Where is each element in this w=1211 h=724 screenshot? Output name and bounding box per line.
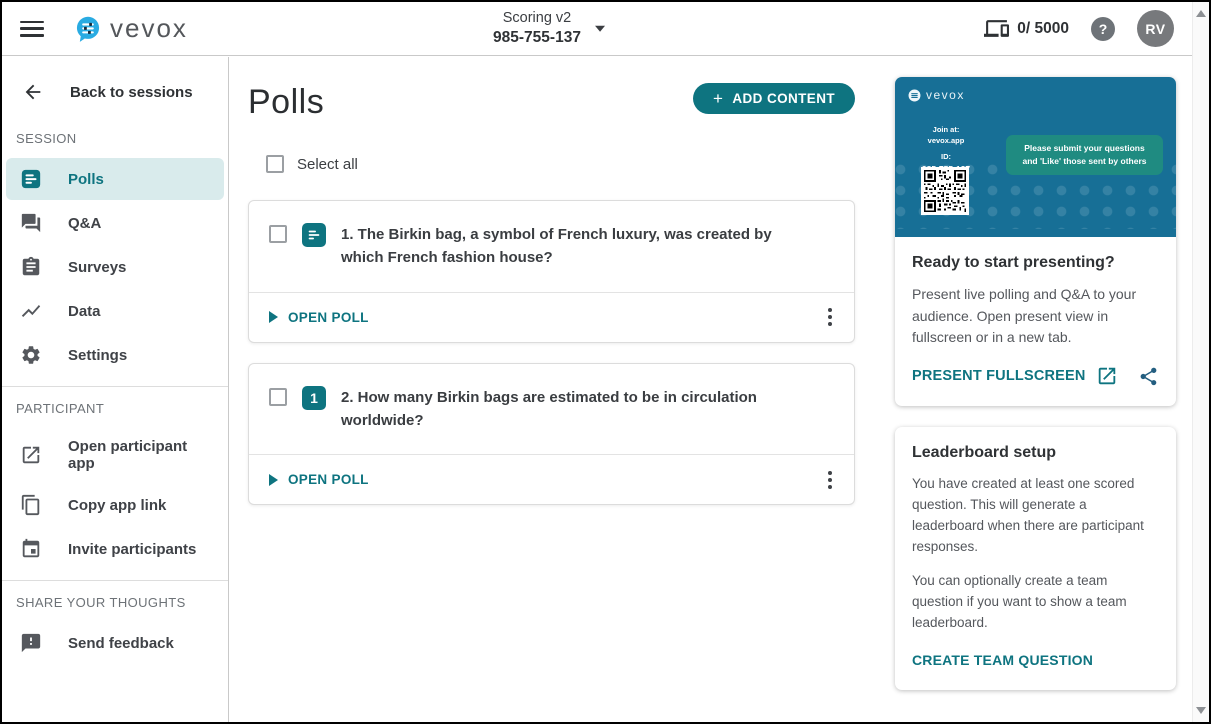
participant-count-label: 0/ 5000 [1017,19,1069,37]
vevox-wordmark: vevox [110,13,188,43]
gear-icon [20,344,42,366]
poll-2-question: 2. How many Birkin bags are estimated to… [341,388,757,429]
vevox-logo-icon [74,15,102,43]
session-id: 985-755-137 [493,28,581,46]
select-all-label: Select all [297,155,358,173]
plus-icon: + [713,88,724,108]
multichoice-poll-icon [302,223,326,247]
sidebar-item-send-feedback[interactable]: Send feedback [6,622,224,664]
qa-chat-icon [20,212,42,234]
play-icon [269,311,278,323]
scroll-up-arrow-icon[interactable] [1196,10,1206,17]
sidebar-item-open-participant-app[interactable]: Open participant app [6,428,224,482]
open-poll-2-button[interactable]: OPEN POLL [269,472,369,487]
present-preview-thumbnail[interactable]: vevox Join at: vevox.app ID: 985-755-137 [895,77,1176,237]
share-icon[interactable] [1138,366,1159,387]
leaderboard-card: Leaderboard setup You have created at le… [895,427,1176,690]
poll-1-question: 1. The Birkin bag, a symbol of French lu… [341,226,772,267]
sidebar-item-settings[interactable]: Settings [6,334,224,376]
section-header-feedback: SHARE YOUR THOUGHTS [16,595,186,610]
open-in-new-tab-icon[interactable] [1096,365,1118,387]
select-all-row: Select all [266,155,876,173]
arrow-left-icon [22,81,44,103]
poll-card-1: 1. The Birkin bag, a symbol of French lu… [248,200,855,343]
sidebar-item-invite-participants[interactable]: Invite participants [6,528,224,570]
numeric-poll-icon: 1 [302,385,326,410]
divider [2,580,228,581]
vevox-logo: vevox [74,13,188,44]
section-header-session: SESSION [16,131,77,146]
create-team-question-link[interactable]: CREATE TEAM QUESTION [912,652,1093,668]
data-chart-icon [20,300,42,322]
preview-vevox-logo: vevox [908,88,965,102]
poll-1-checkbox[interactable] [269,225,287,243]
select-all-checkbox[interactable] [266,155,284,173]
open-poll-1-button[interactable]: OPEN POLL [269,310,369,325]
present-fullscreen-link[interactable]: PRESENT FULLSCREEN [912,368,1086,384]
divider [2,386,228,387]
poll-card-2: 1 2. How many Birkin bags are estimated … [248,362,855,505]
session-name: Scoring v2 [502,9,572,26]
chevron-down-icon [594,25,605,32]
topbar: vevox Scoring v2 985-755-137 0/ 5000 ? R… [2,2,1192,56]
kebab-menu-icon[interactable] [820,302,840,332]
qa-banner: Please submit your questions and 'Like' … [1006,135,1163,175]
back-to-sessions[interactable]: Back to sessions [2,67,228,119]
qr-code [921,167,969,215]
avatar[interactable]: RV [1137,10,1174,47]
present-card: vevox Join at: vevox.app ID: 985-755-137 [895,77,1176,407]
section-header-participant: PARTICIPANT [16,401,105,416]
polls-main: Polls + ADD CONTENT Select all 1. The Bi… [230,57,876,722]
open-external-icon [20,444,42,466]
page-title: Polls [248,83,325,121]
feedback-icon [20,632,42,654]
participant-counter: 0/ 5000 [984,16,1069,41]
present-title: Ready to start presenting? [912,254,1115,271]
devices-icon [984,16,1010,41]
calendar-icon [20,538,42,560]
surveys-clipboard-icon [20,256,42,278]
session-switcher[interactable]: Scoring v2 985-755-137 [493,8,605,48]
hamburger-menu-icon[interactable] [20,20,44,37]
right-panel: vevox Join at: vevox.app ID: 985-755-137 [895,77,1176,690]
question-mark-icon: ? [1098,20,1108,37]
sidebar: Back to sessions SESSION Polls Q&A Surve… [2,57,229,722]
sidebar-item-polls[interactable]: Polls [6,158,224,200]
copy-icon [20,494,42,516]
leaderboard-description-2: You can optionally create a team questio… [912,572,1127,630]
polls-icon [20,168,42,190]
sidebar-item-surveys[interactable]: Surveys [6,246,224,288]
add-content-button[interactable]: + ADD CONTENT [693,83,855,114]
vertical-scrollbar[interactable] [1192,2,1209,722]
sidebar-item-copy-app-link[interactable]: Copy app link [6,484,224,526]
sidebar-item-qa[interactable]: Q&A [6,202,224,244]
kebab-menu-icon[interactable] [820,465,840,495]
leaderboard-description-1: You have created at least one scored que… [912,476,1144,554]
poll-2-checkbox[interactable] [269,387,287,406]
scroll-down-arrow-icon[interactable] [1196,707,1206,714]
leaderboard-title: Leaderboard setup [912,444,1057,462]
present-description: Present live polling and Q&A to your aud… [912,286,1137,346]
play-icon [269,473,278,486]
sidebar-item-data[interactable]: Data [6,290,224,332]
help-button[interactable]: ? [1091,16,1115,41]
